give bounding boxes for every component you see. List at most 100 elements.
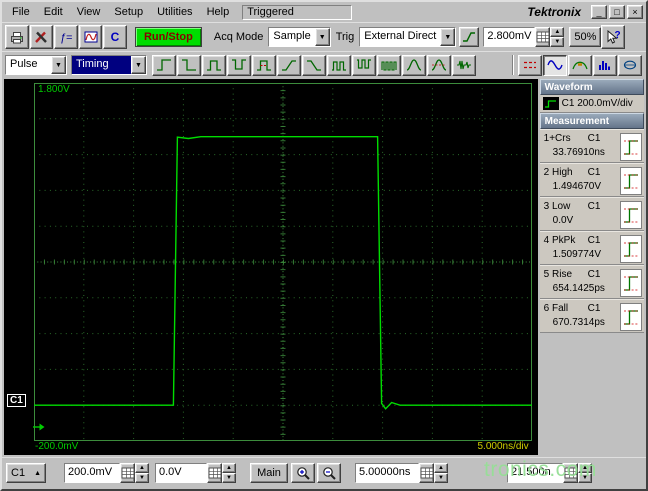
burst-button[interactable] [452,54,476,76]
fall-ramp-button[interactable] [302,54,326,76]
decrement-button[interactable]: ▼ [135,473,149,483]
keypad-button[interactable] [207,463,222,483]
measurement-annotation-icon [620,201,642,229]
menu-help[interactable]: Help [200,4,237,20]
menu-edit[interactable]: Edit [37,4,70,20]
gaussian-button[interactable] [402,54,426,76]
horizontal-position-value[interactable]: 21.500n [507,463,563,483]
print-button[interactable] [5,25,29,49]
menu-setup[interactable]: Setup [107,4,150,20]
trigger-source-select[interactable]: External Direct ▼ [359,27,457,47]
trigger-slope-button[interactable] [459,27,480,47]
measurement-label: 1+Crs [543,133,571,144]
trigger-status-field: Triggered [242,4,353,20]
measurement-row[interactable]: 6 Fall C1 670.7314ps [539,299,644,333]
pulse-toolbar: Pulse ▼ Timing ▼ [2,51,646,78]
view-mode-select[interactable]: Timing ▼ [71,55,147,75]
rise-edge-button[interactable] [152,54,176,76]
horizontal-scale-spinner: 5.00000ns ▲ ▼ [355,463,448,483]
vertical-scale-value[interactable]: 200.0mV [64,463,120,483]
main-timebase-button[interactable]: Main [250,463,288,483]
keypad-button[interactable] [535,27,551,47]
chevron-down-icon[interactable]: ▼ [314,28,330,46]
neg-pulse-pair-button[interactable] [352,54,376,76]
close-button[interactable]: × [627,5,643,19]
dashed-cursors-button[interactable] [518,54,542,76]
measurement-source: C1 [587,303,601,314]
chevron-down-icon[interactable]: ▼ [51,56,66,74]
trigger-level-value[interactable]: 2.800mV [483,27,536,47]
trigger-status-text: Triggered [247,5,294,18]
tools-icon [33,30,49,44]
pos-pulse-pair-button[interactable] [327,54,351,76]
tools-button[interactable] [29,25,54,49]
histogram-button[interactable] [593,54,617,76]
help-pointer-button[interactable]: ? [601,25,625,49]
keypad-button[interactable] [419,463,434,483]
menu-file[interactable]: File [5,4,37,20]
measurement-source: C1 [587,201,601,212]
waveform-entry-row[interactable]: C1 200.0mV/div [539,95,644,113]
trigger-source-value: External Direct [364,30,437,42]
decrement-button[interactable]: ▼ [222,473,236,483]
keypad-button[interactable] [120,463,135,483]
gaussian-marks-button[interactable] [427,54,451,76]
increment-button[interactable]: ▲ [222,463,236,473]
pulse-train-button[interactable] [377,54,401,76]
minimize-button[interactable]: _ [591,5,607,19]
chevron-down-icon[interactable]: ▼ [440,28,456,46]
decrement-button[interactable]: ▼ [578,473,592,483]
increment-button[interactable]: ▲ [550,27,565,37]
display-icon-group [518,54,643,76]
measurement-row[interactable]: 4 PkPk C1 1.509774V [539,231,644,265]
rise-ramp-button[interactable] [277,54,301,76]
neg-pulse-button[interactable] [227,54,251,76]
signal-type-select[interactable]: Pulse ▼ [5,55,67,75]
run-stop-button[interactable]: Run/Stop [134,27,202,47]
zoom-in-button[interactable] [291,463,315,483]
math-button[interactable]: ƒ= [54,25,78,49]
decrement-button[interactable]: ▼ [434,473,448,483]
measurement-source: C1 [587,269,601,280]
pos-pulse-button[interactable] [202,54,226,76]
svg-text:C: C [111,30,120,44]
waveform-view-button[interactable] [543,54,567,76]
eye-diagram-button[interactable] [618,54,642,76]
waveform-database-button[interactable] [78,25,103,49]
menu-utilities[interactable]: Utilities [150,4,199,20]
channel-select[interactable]: C1 ▲ [6,463,46,483]
fall-edge-button[interactable] [177,54,201,76]
measurement-row[interactable]: 1+Crs C1 33.76910ns [539,129,644,163]
mask-test-button[interactable] [568,54,592,76]
acq-mode-select[interactable]: Sample ▼ [268,27,331,47]
trigger-marker-icon[interactable] [32,422,46,432]
pulse-width-button[interactable] [252,54,276,76]
measurement-annotation-icon [620,235,642,263]
zoom-out-button[interactable] [317,463,341,483]
sidebar-filler [540,333,644,455]
bottom-control-bar: C1 ▲ 200.0mV ▲ ▼ 0.0V ▲ ▼ Main 5.00000ns [2,457,646,488]
clear-data-button[interactable]: C [103,25,127,49]
increment-button[interactable]: ▲ [578,463,592,473]
measurement-row[interactable]: 2 High C1 1.494670V [539,163,644,197]
keypad-button[interactable] [563,463,578,483]
measurement-row[interactable]: 5 Rise C1 654.1425ps [539,265,644,299]
chevron-down-icon[interactable]: ▼ [131,56,146,74]
brand-logo: Tektronix [527,5,581,19]
decrement-button[interactable]: ▼ [550,37,565,47]
measurement-annotation-icon [620,167,642,195]
trigger-level-spinner: 2.800mV ▲ ▼ [483,27,565,47]
channel-marker[interactable]: C1 [7,394,26,407]
maximize-button[interactable]: □ [609,5,625,19]
increment-button[interactable]: ▲ [135,463,149,473]
vertical-offset-value[interactable]: 0.0V [155,463,207,483]
increment-button[interactable]: ▲ [434,463,448,473]
vertical-scale-spinner: 200.0mV ▲ ▼ [64,463,149,483]
menu-view[interactable]: View [70,4,108,20]
set-50-percent-button[interactable]: 50% [569,27,602,47]
trig-label: Trig [335,31,355,43]
vertical-offset-spinner: 0.0V ▲ ▼ [155,463,236,483]
math-icon: ƒ= [58,30,74,44]
horizontal-scale-value[interactable]: 5.00000ns [355,463,419,483]
measurement-row[interactable]: 3 Low C1 0.0V [539,197,644,231]
